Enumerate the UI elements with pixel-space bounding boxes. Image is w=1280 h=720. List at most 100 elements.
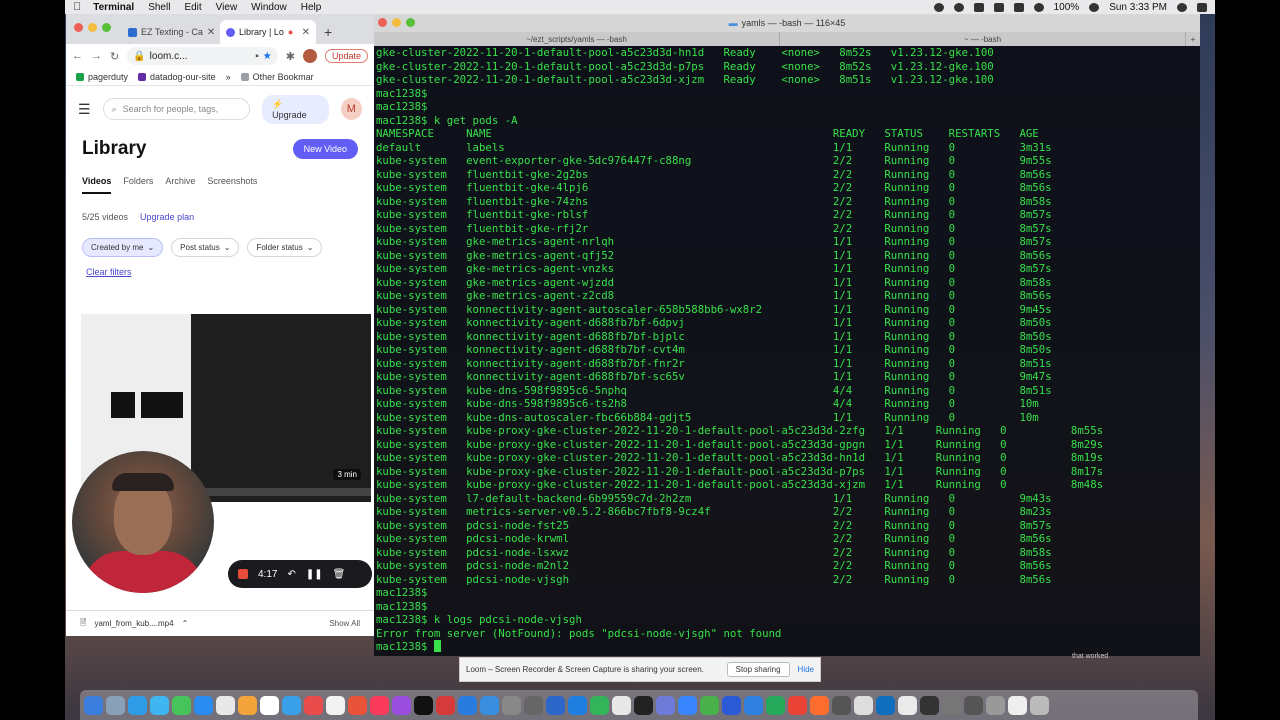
dock-app-icon[interactable] bbox=[700, 695, 719, 715]
zoom-window-icon[interactable] bbox=[102, 23, 111, 32]
dock-app-icon[interactable] bbox=[942, 695, 961, 715]
control-center-icon[interactable] bbox=[1197, 2, 1207, 12]
dock-app-icon[interactable] bbox=[854, 695, 873, 715]
menu-window[interactable]: Window bbox=[251, 2, 287, 13]
flag-icon[interactable] bbox=[1013, 2, 1024, 12]
dock-app-icon[interactable] bbox=[744, 695, 763, 715]
filter-created-by-me[interactable]: Created by me ⌄ bbox=[82, 238, 164, 257]
dock-app-icon[interactable] bbox=[194, 695, 213, 715]
terminal-tab-home[interactable]: ~ — -bash bbox=[780, 32, 1186, 46]
dock-app-icon[interactable] bbox=[150, 695, 169, 715]
other-bookmarks[interactable]: Other Bookmar bbox=[240, 72, 314, 82]
dock-app-icon[interactable] bbox=[546, 695, 565, 715]
dock-app-icon[interactable] bbox=[634, 695, 653, 715]
hide-button[interactable]: Hide bbox=[798, 665, 814, 674]
dock-app-icon[interactable] bbox=[788, 695, 807, 715]
dock-app-icon[interactable] bbox=[590, 695, 609, 715]
loom-status-icon[interactable] bbox=[953, 2, 964, 12]
bookmark-datadog[interactable]: datadog-our-site bbox=[138, 72, 216, 82]
dock-app-icon[interactable] bbox=[568, 695, 587, 715]
profile-avatar[interactable] bbox=[302, 49, 317, 63]
filter-folder-status[interactable]: Folder status ⌄ bbox=[247, 238, 323, 257]
apple-menu-icon[interactable]:  bbox=[73, 1, 81, 13]
pause-icon[interactable]: ❚❚ bbox=[306, 569, 323, 580]
new-terminal-tab-icon[interactable]: + bbox=[1186, 32, 1200, 46]
address-bar[interactable]: 🔒 loom.c... ▪ ★ bbox=[127, 47, 278, 65]
tab-archive[interactable]: Archive bbox=[165, 176, 195, 194]
tab-folders[interactable]: Folders bbox=[123, 176, 153, 194]
menu-view[interactable]: View bbox=[216, 2, 238, 13]
close-window-icon[interactable] bbox=[378, 18, 387, 27]
dock-app-icon[interactable] bbox=[832, 695, 851, 715]
terminal-window[interactable]: ▬ yamls — -bash — 116×45 ~/ezt_scripts/y… bbox=[374, 14, 1200, 656]
camera-icon[interactable]: ▪ bbox=[255, 51, 259, 62]
reload-icon[interactable]: ↻ bbox=[110, 50, 119, 63]
terminal-output[interactable]: gke-cluster-2022-11-20-1-default-pool-a5… bbox=[374, 46, 1200, 654]
back-icon[interactable]: ← bbox=[72, 50, 83, 62]
dock-app-icon[interactable] bbox=[458, 695, 477, 715]
show-all-button[interactable]: Show All bbox=[329, 619, 360, 628]
menu-help[interactable]: Help bbox=[301, 2, 322, 13]
dock-app-icon[interactable] bbox=[810, 695, 829, 715]
dock-app-icon[interactable] bbox=[326, 695, 345, 715]
bookmark-pagerduty[interactable]: pagerduty bbox=[76, 72, 128, 82]
dock-app-icon[interactable] bbox=[172, 695, 191, 715]
minimize-window-icon[interactable] bbox=[392, 18, 401, 27]
menu-edit[interactable]: Edit bbox=[184, 2, 201, 13]
dock-app-icon[interactable] bbox=[480, 695, 499, 715]
dock-app-icon[interactable] bbox=[84, 695, 103, 715]
chevron-up-icon[interactable]: ⌃ bbox=[182, 619, 189, 628]
search-input[interactable]: ⌕ Search for people, tags, bbox=[102, 98, 251, 120]
dock-app-icon[interactable] bbox=[920, 695, 939, 715]
dock-app-icon[interactable] bbox=[348, 695, 367, 715]
clock[interactable]: Sun 3:33 PM bbox=[1109, 2, 1167, 13]
dock-app-icon[interactable] bbox=[436, 695, 455, 715]
dock-app-icon[interactable] bbox=[392, 695, 411, 715]
tab-ez-texting[interactable]: EZ Texting - Ca ✕ bbox=[122, 20, 218, 44]
dock-app-icon[interactable] bbox=[282, 695, 301, 715]
bookmark-star-icon[interactable]: ★ bbox=[263, 51, 272, 62]
forward-icon[interactable]: → bbox=[91, 50, 102, 62]
tab-videos[interactable]: Videos bbox=[82, 176, 112, 194]
upgrade-plan-link[interactable]: Upgrade plan bbox=[140, 212, 194, 222]
webcam-bubble[interactable] bbox=[72, 451, 214, 593]
clear-filters-link[interactable]: Clear filters bbox=[66, 267, 374, 277]
dock-app-icon[interactable] bbox=[876, 695, 895, 715]
close-tab-icon[interactable]: ✕ bbox=[207, 27, 215, 38]
dock-app-icon[interactable] bbox=[238, 695, 257, 715]
dock-app-icon[interactable] bbox=[260, 695, 279, 715]
dock-app-icon[interactable] bbox=[986, 695, 1005, 715]
dock-app-icon[interactable] bbox=[678, 695, 697, 715]
user-avatar[interactable]: M bbox=[340, 98, 362, 120]
extensions-icon[interactable]: ✱ bbox=[286, 50, 295, 63]
stop-sharing-button[interactable]: Stop sharing bbox=[726, 662, 790, 677]
update-button[interactable]: Update bbox=[324, 49, 368, 63]
upgrade-button[interactable]: ⚡ Upgrade bbox=[262, 94, 329, 124]
dock-app-icon[interactable] bbox=[964, 695, 983, 715]
dock-app-icon[interactable] bbox=[656, 695, 675, 715]
zoom-window-icon[interactable] bbox=[406, 18, 415, 27]
dock-app-icon[interactable] bbox=[106, 695, 125, 715]
dock-app-icon[interactable] bbox=[370, 695, 389, 715]
volume-icon[interactable] bbox=[993, 2, 1004, 12]
dock-app-icon[interactable] bbox=[128, 695, 147, 715]
dock-app-icon[interactable] bbox=[766, 695, 785, 715]
tab-screenshots[interactable]: Screenshots bbox=[207, 176, 257, 194]
trash-icon[interactable]: 🗑 bbox=[333, 569, 346, 580]
battery-percent[interactable]: 100% bbox=[1054, 2, 1080, 13]
dock-app-icon[interactable] bbox=[1008, 695, 1027, 715]
close-window-icon[interactable] bbox=[74, 23, 83, 32]
dock-app-icon[interactable] bbox=[304, 695, 323, 715]
dock-app-icon[interactable] bbox=[722, 695, 741, 715]
bluetooth-icon[interactable] bbox=[973, 2, 984, 12]
new-tab-icon[interactable]: + bbox=[318, 20, 332, 44]
dock-app-icon[interactable] bbox=[1030, 695, 1049, 715]
bookmarks-overflow-icon[interactable]: » bbox=[226, 72, 231, 82]
dock-app-icon[interactable] bbox=[216, 695, 235, 715]
close-tab-icon[interactable]: ✕ bbox=[302, 27, 310, 38]
microphone-icon[interactable] bbox=[933, 2, 944, 12]
dock-app-icon[interactable] bbox=[898, 695, 917, 715]
dock-app-icon[interactable] bbox=[502, 695, 521, 715]
minimize-window-icon[interactable] bbox=[88, 23, 97, 32]
spotlight-icon[interactable] bbox=[1089, 2, 1100, 12]
